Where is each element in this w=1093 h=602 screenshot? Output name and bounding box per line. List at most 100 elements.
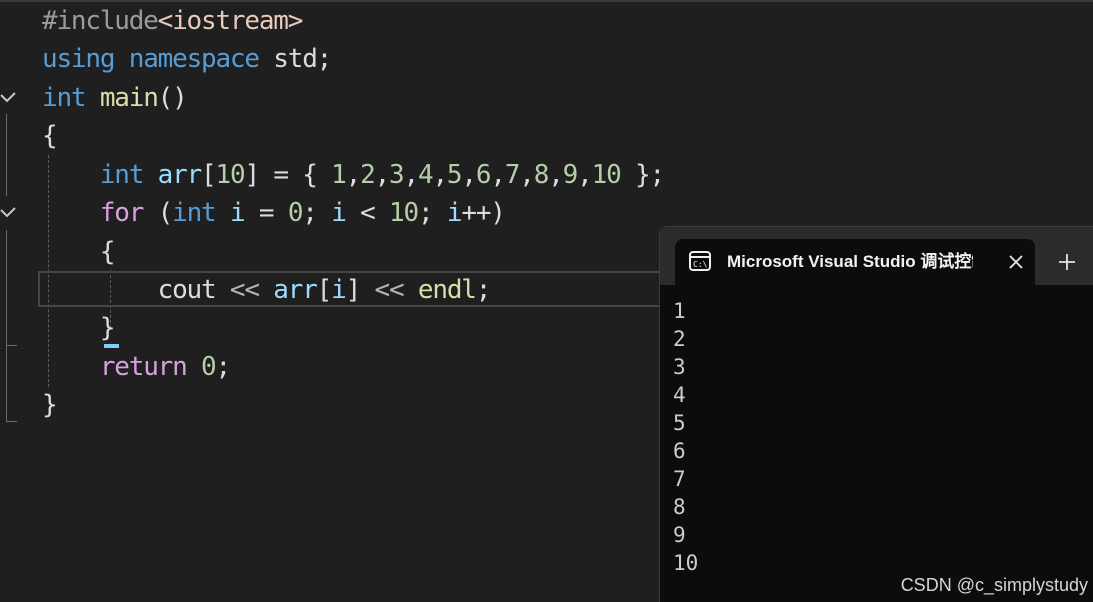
code-line[interactable]: int arr[10] = { 1,2,3,4,5,6,7,8,9,10 }; [42,156,665,194]
code-line[interactable]: using namespace std; [42,40,332,78]
code-token: { [42,237,116,267]
code-token: ] [345,275,375,305]
code-token: i [331,198,347,228]
console-output-line: 5 [673,411,686,435]
fold-chevron-icon[interactable] [0,91,17,105]
code-token: i [446,198,463,228]
code-token: i [229,198,246,228]
code-line[interactable]: int main() [42,79,188,117]
code-token: main [99,83,159,113]
code-token: ++) [461,198,506,228]
code-line[interactable]: } [42,386,58,424]
code-line[interactable]: } [42,309,116,347]
code-token: , [548,160,564,190]
console-output-line: 8 [673,495,686,519]
code-token: return [99,352,188,382]
code-token: 10 [389,198,419,228]
code-token: using [42,44,115,74]
code-token: int [99,160,145,190]
code-token: 6 [475,160,492,190]
console-tab[interactable]: C:\ Microsoft Visual Studio 调试控制台 [675,239,1035,285]
code-token: , [519,160,535,190]
console-tab-bar: C:\ Microsoft Visual Studio 调试控制台 [660,227,1093,285]
code-token: 0 [201,352,217,382]
code-token: 1 [331,160,347,190]
fold-chevron-icon[interactable] [0,206,17,220]
console-tab-title: Microsoft Visual Studio 调试控制台 [727,252,973,271]
code-token: ( [143,198,174,228]
code-token: 3 [389,160,405,190]
code-token: arr [157,160,203,190]
code-token: ; [215,352,232,382]
code-line[interactable]: return 0; [42,348,232,386]
console-output-line: 6 [673,439,686,463]
console-output-line: 10 [673,551,699,575]
watermark: CSDN @c_simplystudy [900,575,1088,595]
code-token: } [42,390,58,420]
code-token: int [172,198,217,228]
code-line[interactable]: cout << arr[i] << endl; [42,271,492,309]
code-token: () [157,83,188,113]
console-output-line: 1 [673,299,686,323]
code-token: #include [42,6,159,36]
svg-text:C:\: C:\ [693,260,708,269]
code-line[interactable]: for (int i = 0; i < 10; i++) [42,194,506,232]
code-token: = [244,198,288,228]
code-token: 2 [360,160,376,190]
code-token: 4 [417,160,434,190]
code-token: 10 [591,160,622,190]
code-token: , [374,160,391,190]
code-token: , [403,160,420,190]
code-token: [ [316,275,333,305]
code-token: 9 [562,160,579,190]
console-window-icon: C:\ [689,251,711,271]
fold-bracket-main [6,114,7,196]
code-line[interactable]: #include<iostream> [42,2,304,40]
console-output-line: 4 [673,383,686,407]
console-output: 1 2 3 4 5 6 7 8 9 10 [673,297,698,577]
fold-bracket-main-end [6,421,17,422]
console-output-line: 3 [673,355,686,379]
debug-console-window[interactable]: C:\ Microsoft Visual Studio 调试控制台 1 2 3 4 5 6… [659,226,1093,602]
code-token: 8 [533,160,550,190]
close-icon[interactable] [1007,253,1025,271]
code-token: < [345,198,390,228]
code-token: , [461,160,477,190]
console-output-line: 9 [673,523,686,547]
code-token: ] = { [244,160,332,190]
console-output-line: 7 [673,467,686,491]
code-token: } [42,313,116,343]
code-line[interactable]: { [42,117,58,155]
code-line[interactable]: { [42,233,116,271]
console-output-line: 2 [673,327,686,351]
code-token: endl [417,275,477,305]
code-token: int [42,83,87,113]
code-token: 7 [504,160,521,190]
code-token: }; [620,160,665,190]
code-token: ; [302,198,332,228]
code-token: , [490,160,506,190]
code-token: 10 [215,160,246,190]
code-token: namespace [128,44,260,74]
code-token: << [229,275,260,305]
code-token: ; [475,275,492,305]
code-token: { [42,121,58,151]
code-token: << [374,275,405,305]
code-token: <iostream> [157,6,304,36]
code-token: ; [417,198,447,228]
plus-icon[interactable] [1056,251,1078,273]
code-token: for [99,198,145,228]
code-token: cout [42,275,230,305]
code-token: [ [201,160,217,190]
code-token: , [577,160,593,190]
